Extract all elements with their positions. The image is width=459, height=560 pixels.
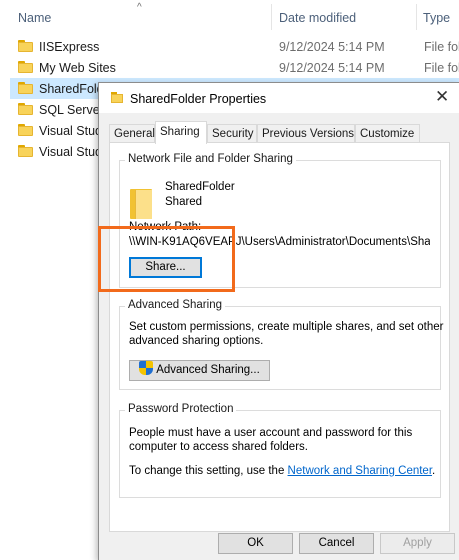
password-protection-text: computer to access shared folders. — [129, 441, 308, 453]
file-date: 9/12/2024 5:14 PM — [279, 61, 385, 75]
advanced-sharing-description: Set custom permissions, create multiple … — [129, 321, 444, 333]
tab-sharing[interactable]: Sharing — [155, 121, 207, 144]
folder-icon — [111, 92, 123, 103]
advanced-sharing-group: Advanced Sharing Set custom permissions,… — [119, 299, 444, 390]
file-name: Visual Studi — [39, 145, 105, 159]
sharing-tab-panel: Network File and Folder Sharing SharedFo… — [109, 142, 450, 532]
group-title: Password Protection — [125, 403, 237, 415]
group-title: Network File and Folder Sharing — [125, 153, 296, 165]
file-type: File fol — [424, 40, 459, 54]
file-name: My Web Sites — [39, 61, 116, 75]
file-row[interactable]: My Web Sites 9/12/2024 5:14 PM File fol — [10, 57, 459, 78]
advanced-sharing-button-label: Advanced Sharing... — [156, 364, 260, 376]
column-date-modified-header[interactable]: Date modified — [279, 11, 356, 25]
apply-button[interactable]: Apply — [380, 533, 455, 554]
tab-general[interactable]: General — [109, 124, 155, 143]
file-name: IISExpress — [39, 40, 100, 54]
folder-icon — [18, 61, 33, 73]
advanced-sharing-button[interactable]: Advanced Sharing... — [129, 360, 270, 381]
tab-previous-versions[interactable]: Previous Versions — [257, 124, 355, 143]
close-icon[interactable]: ✕ — [435, 88, 449, 106]
file-type: File fol — [424, 61, 459, 75]
group-title: Advanced Sharing — [125, 299, 225, 311]
folder-icon — [18, 124, 33, 136]
folder-name: SharedFolder — [165, 181, 235, 193]
file-date: 9/12/2024 5:14 PM — [279, 40, 385, 54]
shared-folder-icon — [130, 189, 152, 219]
network-path: \\WIN-K91AQ6VEAPJ\Users\Administrator\Do… — [129, 236, 430, 248]
file-row[interactable]: IISExpress 9/12/2024 5:14 PM File fol — [10, 36, 459, 57]
column-separator[interactable] — [416, 4, 417, 30]
column-name-header[interactable]: Name — [18, 11, 51, 25]
tab-customize[interactable]: Customize — [355, 124, 420, 143]
file-name: SQL Server — [39, 103, 104, 117]
column-separator[interactable] — [271, 4, 272, 30]
sort-ascending-icon: ^ — [137, 2, 142, 13]
password-protection-group: Password Protection People must have a u… — [119, 403, 441, 498]
uac-shield-icon — [139, 361, 154, 376]
password-protection-text: People must have a user account and pass… — [129, 427, 413, 439]
network-path-label: Network Path: — [129, 221, 202, 233]
ok-button[interactable]: OK — [218, 533, 293, 554]
folder-icon — [18, 103, 33, 115]
column-header: ^ Name Date modified Type — [0, 0, 459, 34]
share-button[interactable]: Share... — [129, 257, 202, 278]
cancel-button[interactable]: Cancel — [299, 533, 374, 554]
change-setting-prefix: To change this setting, use the — [129, 465, 288, 477]
folder-icon — [18, 145, 33, 157]
folder-icon — [18, 82, 33, 94]
change-setting-suffix: . — [432, 465, 436, 477]
tab-security[interactable]: Security — [207, 124, 257, 143]
folder-icon — [18, 40, 33, 52]
password-protection-text: To change this setting, use the Network … — [129, 465, 435, 477]
properties-dialog: SharedFolder Properties ✕ General Sharin… — [98, 82, 459, 560]
dialog-titlebar[interactable]: SharedFolder Properties ✕ — [99, 83, 459, 113]
advanced-sharing-description: advanced sharing options. — [129, 335, 264, 347]
file-name: Visual Studi — [39, 124, 105, 138]
column-type-header[interactable]: Type — [423, 11, 450, 25]
network-sharing-group: Network File and Folder Sharing SharedFo… — [119, 153, 441, 288]
dialog-title: SharedFolder Properties — [130, 92, 267, 106]
share-status: Shared — [165, 196, 203, 208]
network-sharing-center-link[interactable]: Network and Sharing Center — [288, 465, 432, 477]
